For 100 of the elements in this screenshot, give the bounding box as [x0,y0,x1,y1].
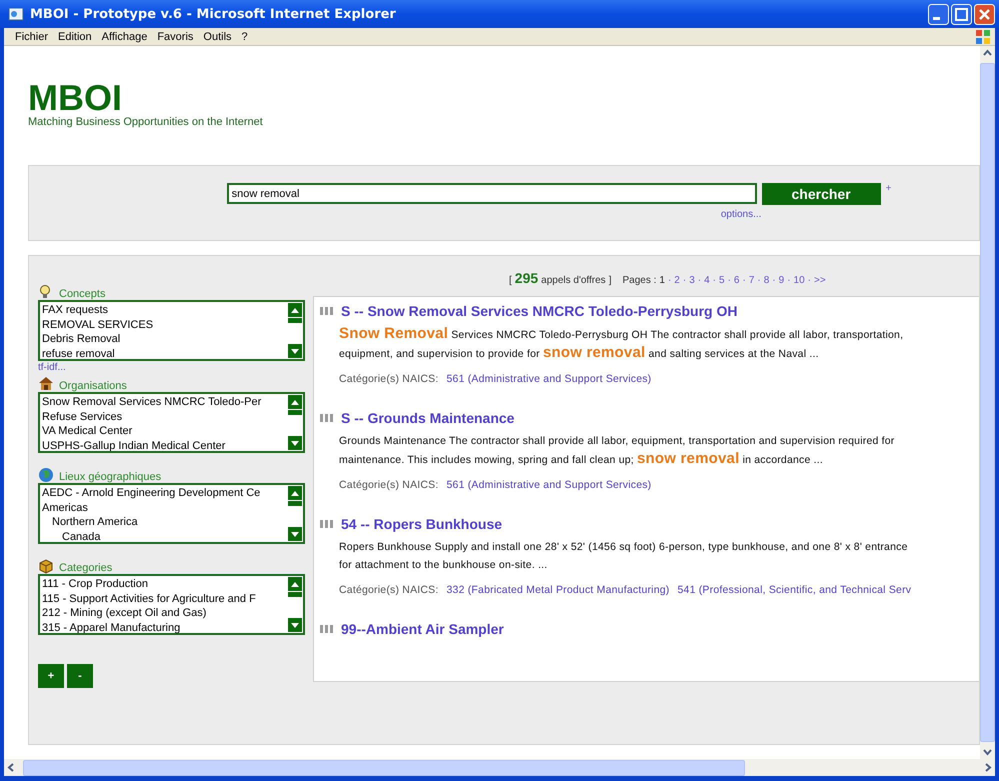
menu-item[interactable]: Favoris [152,30,198,42]
list-item[interactable]: 111 - Crop Production [42,577,285,592]
menu-item[interactable]: ? [236,30,253,42]
menu-item[interactable]: Fichier [10,30,54,42]
description-text: for attachment to the bunkhouse on-site. ... [339,558,548,573]
description-text: Ropers Bunkhouse Supply and install one 28' x 52' (1456 sq foot) 6-person, type bunkhouse, and one 8' x 8' entrance [339,540,909,555]
description-text: equipment, and supervision to provide for snow removal and salting services at the Naval ... [339,344,820,363]
result-title-link[interactable]: 99--Ambient Air Sampler [341,621,504,637]
page-separator: · [682,275,686,286]
category-label: Catégorie(s) NAICS: [339,584,438,596]
list-item[interactable]: 115 - Support Activities for Agriculture and F [42,592,285,606]
scroll-down-icon [288,618,302,632]
page-link[interactable]: 6 [734,275,740,286]
horizontal-scrollbar[interactable] [4,759,995,776]
advanced-plus-link[interactable]: + [886,183,892,194]
result-title-link[interactable]: S -- Grounds Maintenance [341,410,514,426]
list-box[interactable]: Snow Removal Services NMCRC Toledo-Per Refuse Services VA Medical Center USPHS-Gallup Indian Medical Center [38,392,305,453]
list-item[interactable]: Snow Removal Services NMCRC Toledo-Per [42,395,285,410]
section-title: Lieux géographiques [59,471,162,483]
add-button[interactable]: + [38,664,64,688]
minimize-button[interactable] [928,4,949,24]
list-item[interactable]: REMOVAL SERVICES [42,318,285,332]
scroll-up-icon [288,303,302,317]
page-separator: · [728,275,731,286]
list-item[interactable]: 315 - Apparel Manufacturing [42,620,285,633]
description-text: maintenance. This includes mowing, spring and fall clean up; snow removal in accordance ... [339,450,824,469]
result-count: 295 [514,270,538,286]
list-box[interactable]: FAX requests REMOVAL SERVICES Debris Removal refuse removal [38,300,305,361]
house-icon [38,376,54,392]
bars-icon [319,413,335,423]
search-button[interactable]: chercher [762,183,881,205]
page-separator: · [757,275,761,286]
window-title: MBOI - Prototype v.6 - Microsoft Internet Explorer [30,6,397,22]
list-box[interactable]: AEDC - Arnold Engineering Development Ce Americas Northern America Canada [38,483,305,544]
pages-label: Pages : [622,275,656,286]
page-separator: · [787,275,791,286]
scroll-up-icon [288,577,302,591]
windows-logo-icon [975,28,991,44]
scroll-thumb[interactable] [288,501,302,506]
browser-icon [8,6,24,22]
page-link[interactable]: 10 [794,275,805,286]
globe-icon [38,467,54,483]
menu-item[interactable]: Edition [53,30,97,42]
list-item[interactable]: Debris Removal [42,332,285,346]
page-separator: · [668,275,672,286]
maximize-button[interactable] [951,4,972,24]
list-item[interactable]: FAX requests [42,303,285,318]
list-item[interactable]: refuse removal [42,346,285,359]
page-link[interactable]: 1 [659,275,665,286]
menu-item[interactable]: Affichage [96,30,152,42]
category-label: Catégorie(s) NAICS: [339,373,438,385]
page-link[interactable]: 9 [778,275,784,286]
category-link[interactable]: 541 (Professional, Scientific, and Technical Serv [678,584,912,596]
page-link[interactable]: 5 [719,275,725,286]
tf-idf-link[interactable]: tf-idf... [38,362,66,375]
options-link[interactable]: options... [720,209,762,220]
page-link[interactable]: 2 [674,275,680,286]
page-link[interactable]: 3 [689,275,695,286]
page-link[interactable]: 4 [704,275,710,286]
page-separator: · [772,275,776,286]
section-title: Categories [59,562,112,574]
list-item[interactable]: VA Medical Center [42,424,285,438]
section-title: Organisations [59,380,127,392]
scroll-down-icon [288,344,302,358]
bars-icon [319,519,335,529]
list-item[interactable]: Refuse Services [42,410,285,424]
category-link[interactable]: 561 (Administrative and Support Services) [446,479,652,491]
bracket: [ [509,275,512,286]
list-item[interactable]: 212 - Mining (except Oil and Gas) [42,606,285,620]
scroll-down-icon [288,436,302,450]
menu-item[interactable]: Outils [198,30,237,42]
vertical-scrollbar[interactable] [980,46,995,759]
page-link[interactable]: 8 [764,275,770,286]
result-title-link[interactable]: S -- Snow Removal Services NMCRC Toledo-Perrysburg OH [341,303,738,319]
search-field[interactable]: snow removal [226,183,757,204]
result-count-label: appels d'offres [541,275,606,286]
description-text: Snow Removal Services NMCRC Toledo-Perrysburg OH The contractor shall provide all labor, transportation, [339,325,904,344]
description-text: Grounds Maintenance The contractor shall provide all labor, equipment, transportation and supervision required for [339,434,896,449]
list-box[interactable]: 111 - Crop Production 115 - Support Activities for Agriculture and F 212 - Mining (except Oil and Gas) 315 - Apparel Manufacturing [38,574,305,635]
page-separator: · [808,275,812,286]
close-button[interactable] [974,4,995,24]
category-link[interactable]: 561 (Administrative and Support Services) [446,373,652,385]
list-item[interactable]: Northern America [42,515,285,530]
package-icon [38,558,54,574]
list-item[interactable]: AEDC - Arnold Engineering Development Ce [42,486,285,500]
logo: MBOI [28,82,122,114]
remove-button[interactable]: - [67,664,93,688]
result-title-link[interactable]: 54 -- Ropers Bunkhouse [341,516,502,532]
page-link[interactable]: 7 [748,275,754,286]
scroll-thumb[interactable] [288,592,302,597]
scroll-thumb[interactable] [288,410,302,415]
list-item[interactable]: USPHS-Gallup Indian Medical Center [42,438,285,451]
scroll-thumb[interactable] [288,318,302,323]
list-item[interactable]: Americas [42,500,285,515]
page-separator: · [698,275,702,286]
bars-icon [319,624,335,634]
page-link[interactable]: >> [814,275,826,286]
scroll-up-icon [288,395,302,409]
category-link[interactable]: 332 (Fabricated Metal Product Manufacturing) [446,584,670,596]
list-item[interactable]: Canada [42,530,285,542]
